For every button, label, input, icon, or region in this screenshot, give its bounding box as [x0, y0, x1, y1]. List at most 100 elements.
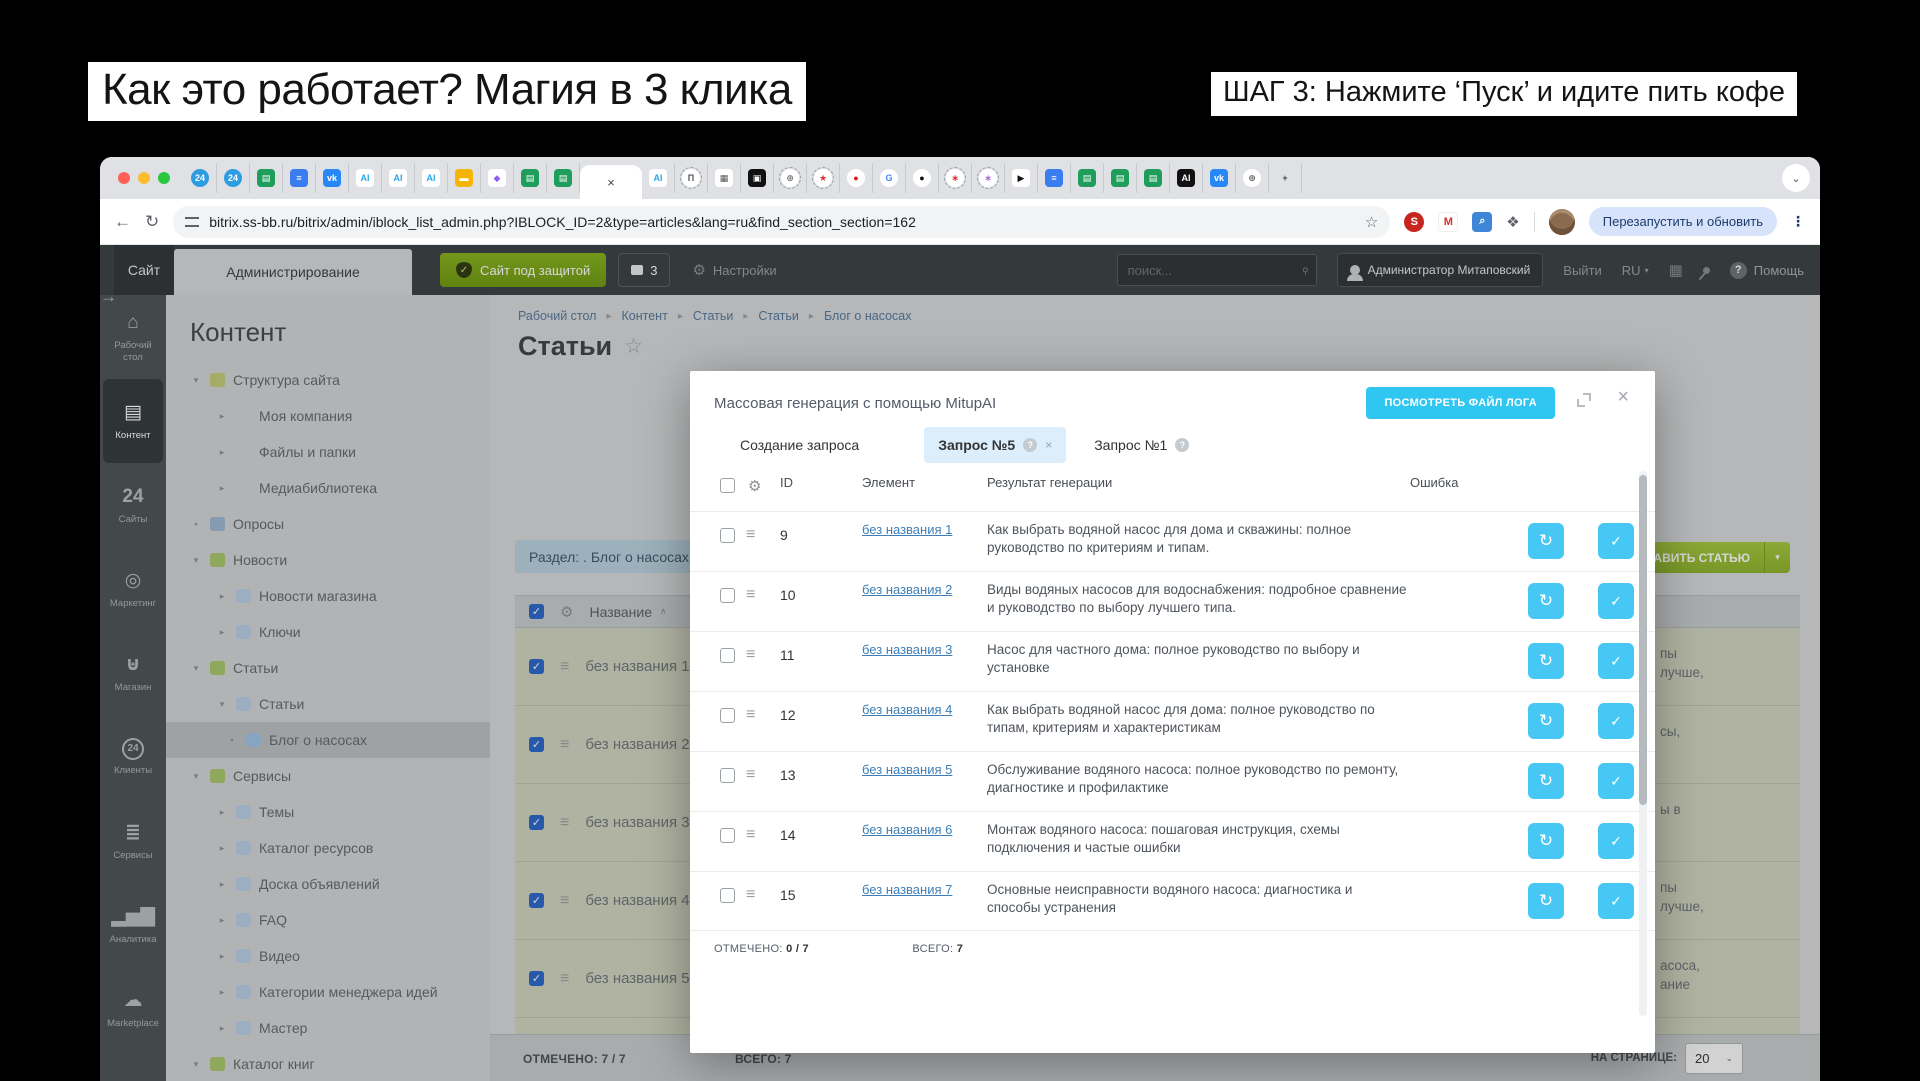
- tree-expand-icon[interactable]: ▸: [216, 915, 228, 926]
- pinned-tab[interactable]: AI: [349, 163, 382, 193]
- row-checkbox[interactable]: ✓: [529, 971, 544, 986]
- article-title[interactable]: без названия 4: [585, 892, 689, 909]
- request-tab[interactable]: Запрос №1 ? ×: [1080, 427, 1218, 463]
- panel-icon[interactable]: ▦: [1669, 261, 1683, 279]
- row-menu-icon[interactable]: ≡: [746, 526, 755, 544]
- tree-item[interactable]: ▾ Статьи: [182, 686, 490, 722]
- tree-item[interactable]: ▾ Сервисы: [182, 758, 490, 794]
- request-tab[interactable]: Создание запроса ? ×: [726, 427, 910, 463]
- section-filter-chip[interactable]: Раздел: . Блог о насосах: [515, 540, 703, 573]
- tree-expand-icon[interactable]: ▾: [190, 555, 202, 566]
- row-menu-icon[interactable]: ≡: [560, 892, 569, 910]
- reload-icon[interactable]: ↻: [145, 212, 159, 232]
- minimize-window-button[interactable]: [138, 172, 150, 184]
- pinned-tab[interactable]: ⊕: [774, 163, 807, 193]
- tree-expand-icon[interactable]: ▪: [190, 519, 202, 529]
- sidebar-item[interactable]: 24 Клиенты: [103, 715, 163, 799]
- select-all-checkbox[interactable]: [720, 478, 735, 493]
- row-checkbox[interactable]: [720, 588, 735, 603]
- apply-button[interactable]: ✓: [1598, 823, 1634, 859]
- row-menu-icon[interactable]: ≡: [746, 886, 755, 904]
- settings-button[interactable]: ⚙ Настройки: [692, 245, 776, 295]
- tree-item[interactable]: ▸ FAQ: [182, 902, 490, 938]
- row-menu-icon[interactable]: ≡: [746, 826, 755, 844]
- row-menu-icon[interactable]: ≡: [746, 706, 755, 724]
- breadcrumb-link[interactable]: Рабочий стол: [518, 309, 596, 323]
- pinned-tab[interactable]: +: [1269, 163, 1302, 193]
- element-link[interactable]: без названия 7: [862, 881, 962, 898]
- tree-item[interactable]: ▸ Медиабиблиотека: [182, 470, 490, 506]
- regenerate-button[interactable]: ↻: [1528, 823, 1564, 859]
- pin-icon[interactable]: [1701, 265, 1711, 275]
- element-link[interactable]: без названия 3: [862, 641, 962, 658]
- element-link[interactable]: без названия 2: [862, 581, 962, 598]
- pinned-tab[interactable]: 24: [184, 163, 217, 193]
- view-log-button[interactable]: ПОСМОТРЕТЬ ФАЙЛ ЛОГА: [1366, 387, 1555, 419]
- row-menu-icon[interactable]: ≡: [746, 766, 755, 784]
- regenerate-button[interactable]: ↻: [1528, 643, 1564, 679]
- apply-button[interactable]: ✓: [1598, 643, 1634, 679]
- pinned-tab[interactable]: ▤: [1104, 163, 1137, 193]
- sidebar-item[interactable]: ☁ Marketplace: [103, 967, 163, 1051]
- sidebar-item[interactable]: ◎ Маркетинг: [103, 547, 163, 631]
- breadcrumb-link[interactable]: Блог о насосах: [824, 309, 912, 323]
- browser-menu-icon[interactable]: ⋮: [1791, 213, 1806, 230]
- row-checkbox[interactable]: [720, 648, 735, 663]
- close-icon[interactable]: ×: [1617, 386, 1629, 409]
- tree-expand-icon[interactable]: ▸: [216, 843, 228, 854]
- element-link[interactable]: без названия 4: [862, 701, 962, 718]
- tree-item[interactable]: ▾ Структура сайта: [182, 362, 490, 398]
- regenerate-button[interactable]: ↻: [1528, 523, 1564, 559]
- sidebar-item[interactable]: 24 Сайты: [103, 463, 163, 547]
- pinned-tab[interactable]: AI: [382, 163, 415, 193]
- row-menu-icon[interactable]: ≡: [560, 814, 569, 832]
- tree-item[interactable]: ▸ Темы: [182, 794, 490, 830]
- maximize-window-button[interactable]: [158, 172, 170, 184]
- pinned-tab[interactable]: AI: [415, 163, 448, 193]
- row-checkbox[interactable]: ✓: [529, 893, 544, 908]
- apply-button[interactable]: ✓: [1598, 703, 1634, 739]
- pinned-tab[interactable]: vk: [316, 163, 349, 193]
- row-menu-icon[interactable]: ≡: [746, 646, 755, 664]
- tab-administration[interactable]: Администрирование: [174, 249, 412, 295]
- apply-button[interactable]: ✓: [1598, 583, 1634, 619]
- pinned-tab[interactable]: ⊕: [1236, 163, 1269, 193]
- close-tab-icon[interactable]: ×: [607, 175, 615, 190]
- element-link[interactable]: без названия 5: [862, 761, 962, 778]
- help-icon[interactable]: ?: [1023, 438, 1037, 452]
- tree-item[interactable]: ▾ Статьи: [182, 650, 490, 686]
- pinned-tab[interactable]: ▤: [1137, 163, 1170, 193]
- pinned-tab[interactable]: ◆: [481, 163, 514, 193]
- favorite-star-icon[interactable]: ☆: [624, 334, 643, 359]
- window-controls[interactable]: [118, 172, 170, 184]
- tree-expand-icon[interactable]: ▸: [216, 807, 228, 818]
- tab-search-chevron[interactable]: ⌄: [1782, 164, 1810, 192]
- sidebar-item[interactable]: ≣ Сервисы: [103, 799, 163, 883]
- pinned-tab[interactable]: ▤: [1071, 163, 1104, 193]
- apply-button[interactable]: ✓: [1598, 763, 1634, 799]
- regenerate-button[interactable]: ↻: [1528, 883, 1564, 919]
- pinned-tab[interactable]: vk: [1203, 163, 1236, 193]
- tree-expand-icon[interactable]: ▸: [216, 447, 228, 458]
- pinned-tab[interactable]: ▤: [514, 163, 547, 193]
- regenerate-button[interactable]: ↻: [1528, 583, 1564, 619]
- row-menu-icon[interactable]: ≡: [746, 586, 755, 604]
- current-user-button[interactable]: Администратор Митаповский: [1337, 253, 1544, 287]
- tree-item[interactable]: ▸ Мастер: [182, 1010, 490, 1046]
- element-link[interactable]: без названия 6: [862, 821, 962, 838]
- back-icon[interactable]: ←: [114, 212, 131, 232]
- tree-item[interactable]: ▸ Моя компания: [182, 398, 490, 434]
- help-icon[interactable]: ?: [1175, 438, 1189, 452]
- row-checkbox[interactable]: ✓: [529, 737, 544, 752]
- tree-expand-icon[interactable]: ▸: [216, 591, 228, 602]
- tree-item[interactable]: ▪ Блог о насосах: [166, 722, 490, 758]
- tree-expand-icon[interactable]: ▾: [216, 699, 228, 710]
- scrollbar-thumb[interactable]: [1639, 475, 1647, 805]
- element-link[interactable]: без названия 1: [862, 521, 962, 538]
- pinned-tab[interactable]: ▤: [250, 163, 283, 193]
- tab-site[interactable]: Сайт: [114, 245, 174, 295]
- language-dropdown[interactable]: RU ▾: [1622, 263, 1649, 278]
- pinned-tab[interactable]: ▶: [1005, 163, 1038, 193]
- tree-expand-icon[interactable]: ▪: [226, 735, 238, 745]
- breadcrumb-link[interactable]: Контент: [622, 309, 668, 323]
